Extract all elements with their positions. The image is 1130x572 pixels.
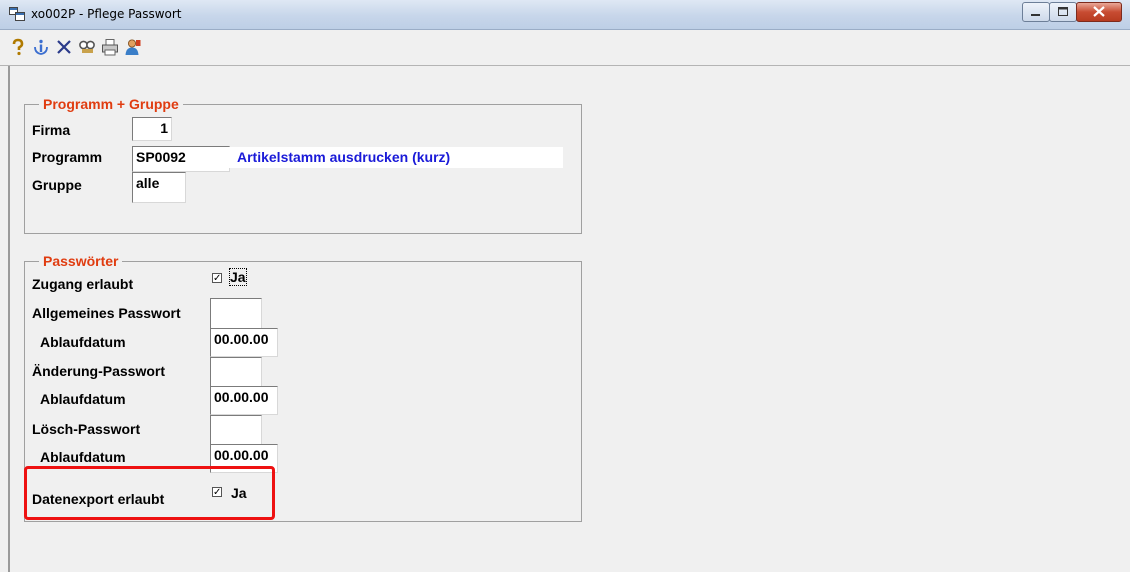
group-legend-programm: Programm + Gruppe: [39, 96, 183, 112]
programm-field[interactable]: SP0092: [132, 146, 230, 172]
help-icon[interactable]: [9, 38, 27, 56]
firma-field[interactable]: 1: [132, 117, 172, 141]
aenderung-ablauf-field[interactable]: 00.00.00: [210, 386, 278, 415]
client-area: Programm + Gruppe Firma 1 Programm SP009…: [0, 66, 1130, 572]
window-title: xo002P - Pflege Passwort: [31, 7, 182, 21]
zugang-checkbox-label[interactable]: Ja: [229, 268, 247, 286]
programm-label: Programm: [32, 149, 103, 165]
gruppe-field[interactable]: alle: [132, 172, 186, 203]
aenderung-ablauf-label: Ablaufdatum: [40, 391, 126, 407]
application-window: xo002P - Pflege Passwort Programm + Grup…: [0, 0, 1130, 572]
user-icon[interactable]: [124, 38, 142, 56]
aenderung-password-field[interactable]: [210, 357, 262, 388]
loesch-label: Lösch-Passwort: [32, 421, 141, 437]
maximize-icon: [1058, 7, 1068, 16]
minimize-icon: [1031, 14, 1040, 16]
allgemein-ablauf-field[interactable]: 00.00.00: [210, 328, 278, 357]
loesch-ablauf-label: Ablaufdatum: [40, 449, 126, 465]
maximize-button[interactable]: [1049, 2, 1077, 22]
title-bar[interactable]: xo002P - Pflege Passwort: [0, 0, 1130, 30]
firma-label: Firma: [32, 122, 71, 138]
info-icon[interactable]: [32, 38, 50, 56]
allgemein-label: Allgemeines Passwort: [32, 305, 181, 321]
allgemein-ablauf-label: Ablaufdatum: [40, 334, 126, 350]
close-icon: [1093, 6, 1105, 17]
app-icon: [9, 7, 25, 21]
aenderung-label: Änderung-Passwort: [32, 363, 166, 379]
gruppe-label: Gruppe: [32, 177, 82, 193]
print-icon[interactable]: [101, 38, 119, 56]
left-splitter[interactable]: [8, 66, 10, 572]
search-icon[interactable]: [78, 38, 96, 56]
delete-icon[interactable]: [55, 38, 73, 56]
group-legend-passwoerter: Passwörter: [39, 253, 123, 269]
group-programm-gruppe: Programm + Gruppe: [24, 96, 582, 234]
highlight-annotation: [24, 466, 275, 520]
loesch-password-field[interactable]: [210, 415, 262, 446]
zugang-checkbox[interactable]: ✓: [212, 273, 222, 284]
toolbar: [0, 30, 1130, 66]
allgemein-password-field[interactable]: [210, 298, 262, 330]
zugang-label: Zugang erlaubt: [32, 276, 134, 292]
minimize-button[interactable]: [1022, 2, 1050, 22]
close-button[interactable]: [1076, 2, 1122, 22]
programm-description: Artikelstamm ausdrucken (kurz): [229, 147, 563, 168]
